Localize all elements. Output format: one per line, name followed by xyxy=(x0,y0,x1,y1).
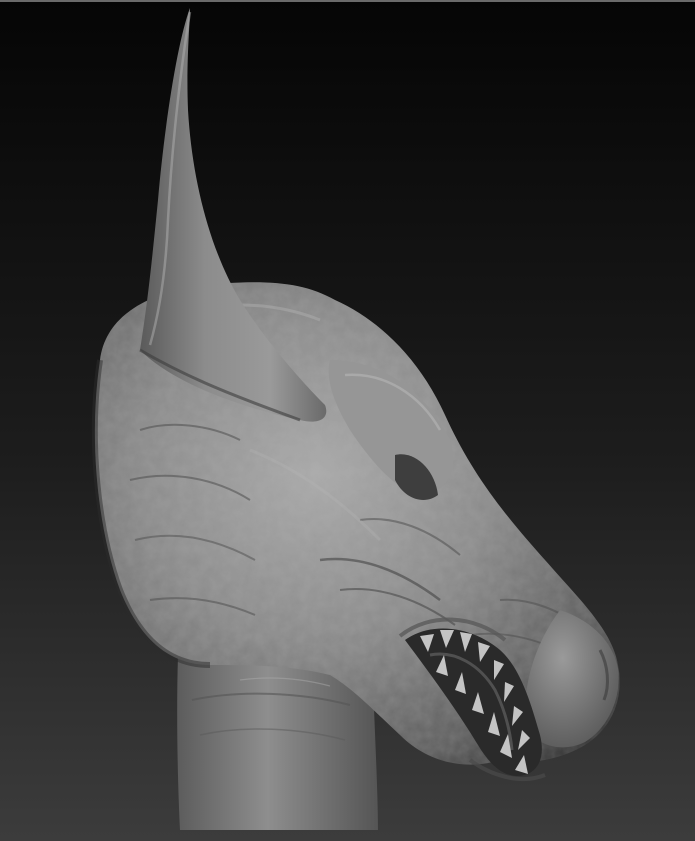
viewport-top-border xyxy=(0,0,695,2)
sculpt-render xyxy=(0,0,695,841)
sculpt-viewport[interactable] xyxy=(0,0,695,841)
